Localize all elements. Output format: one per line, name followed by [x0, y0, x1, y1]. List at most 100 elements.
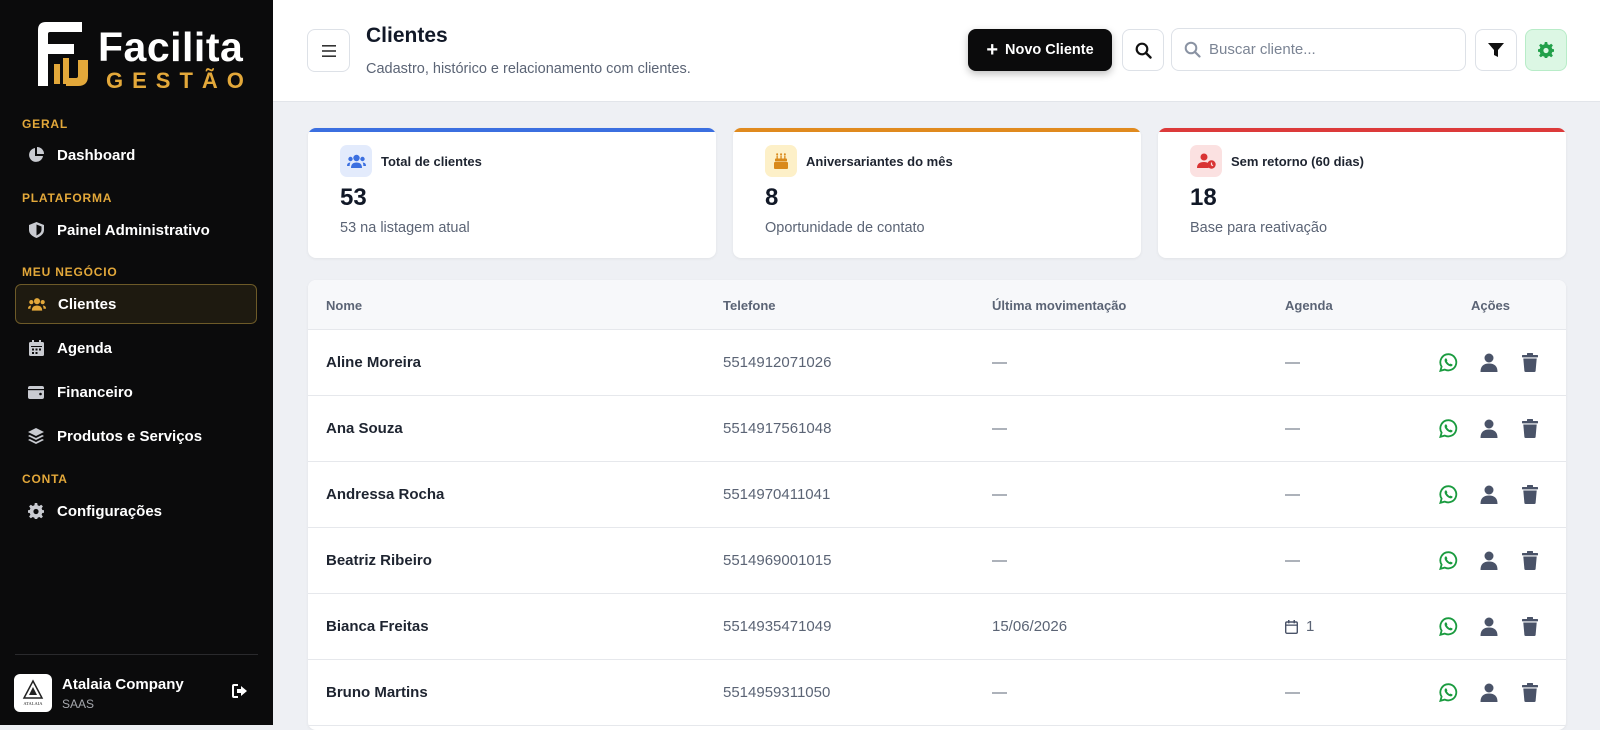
sidebar: Facilita GESTÃO GERAL Dashboard PLATAFOR…	[0, 0, 273, 725]
user-profile-icon[interactable]	[1478, 615, 1500, 637]
settings-button[interactable]	[1525, 29, 1567, 71]
client-agenda: —	[1285, 354, 1300, 371]
client-agenda: 1	[1285, 618, 1314, 635]
client-last-activity: —	[992, 354, 1007, 371]
user-profile-icon[interactable]	[1478, 549, 1500, 571]
column-header-nome[interactable]: Nome	[326, 298, 362, 313]
client-agenda-value: —	[1285, 486, 1300, 503]
sidebar-item-configuracoes[interactable]: Configurações	[15, 491, 257, 531]
stat-card-birthdays: Aniversariantes do mês 8 Oportunidade de…	[733, 128, 1141, 258]
whatsapp-icon[interactable]	[1437, 681, 1459, 703]
brand-logo[interactable]: Facilita GESTÃO	[30, 18, 245, 94]
stat-value: 18	[1190, 184, 1217, 211]
client-agenda-value: —	[1285, 354, 1300, 371]
sidebar-item-label: Financeiro	[57, 383, 133, 401]
search-button[interactable]	[1122, 29, 1164, 71]
user-profile-icon[interactable]	[1478, 417, 1500, 439]
trash-icon[interactable]	[1519, 417, 1541, 439]
client-last-activity: —	[992, 684, 1007, 701]
stat-note: Oportunidade de contato	[765, 220, 925, 236]
stat-accent-bar	[1158, 128, 1566, 132]
svg-text:ATALAIA: ATALAIA	[23, 701, 43, 706]
gear-icon	[27, 502, 45, 520]
search-field[interactable]	[1171, 28, 1466, 71]
trash-icon[interactable]	[1519, 351, 1541, 373]
whatsapp-icon[interactable]	[1437, 417, 1459, 439]
user-clock-icon	[1190, 145, 1222, 177]
sidebar-item-produtos[interactable]: Produtos e Serviços	[15, 416, 257, 456]
client-phone: 5514970411041	[723, 486, 831, 503]
user-profile-icon[interactable]	[1478, 483, 1500, 505]
company-avatar: ATALAIA	[14, 674, 52, 712]
users-icon	[28, 295, 46, 313]
client-name[interactable]: Aline Moreira	[326, 354, 421, 371]
client-agenda-value: —	[1285, 552, 1300, 569]
stat-note: Base para reativação	[1190, 220, 1328, 236]
users-icon	[340, 145, 372, 177]
whatsapp-icon[interactable]	[1437, 351, 1459, 373]
filter-button[interactable]	[1475, 29, 1517, 71]
whatsapp-icon[interactable]	[1437, 483, 1459, 505]
sidebar-item-dashboard[interactable]: Dashboard	[15, 135, 257, 175]
user-profile-icon[interactable]	[1478, 681, 1500, 703]
table-row[interactable]: Ana Souza 5514917561048 — —	[308, 396, 1566, 462]
client-name[interactable]: Andressa Rocha	[326, 486, 444, 503]
client-last-activity: —	[992, 486, 1007, 503]
sidebar-item-financeiro[interactable]: Financeiro	[15, 372, 257, 412]
sidebar-item-label: Produtos e Serviços	[57, 427, 203, 445]
hamburger-icon	[321, 44, 336, 57]
client-name[interactable]: Beatriz Ribeiro	[326, 552, 432, 569]
trash-icon[interactable]	[1519, 615, 1541, 637]
user-profile-icon[interactable]	[1478, 351, 1500, 373]
stat-label: Total de clientes	[381, 154, 482, 169]
table-row[interactable]: Beatriz Ribeiro 5514969001015 — —	[308, 528, 1566, 594]
plus-icon: +	[986, 39, 999, 61]
table-row[interactable]: Aline Moreira 5514912071026 — —	[308, 330, 1566, 396]
client-agenda: —	[1285, 552, 1300, 569]
birthday-cake-icon	[765, 145, 797, 177]
column-header-telefone[interactable]: Telefone	[723, 298, 776, 313]
stat-label: Aniversariantes do mês	[806, 154, 953, 169]
wallet-icon	[27, 383, 45, 401]
sidebar-item-admin[interactable]: Painel Administrativo	[15, 210, 257, 250]
trash-icon[interactable]	[1519, 483, 1541, 505]
client-name[interactable]: Ana Souza	[326, 420, 403, 437]
whatsapp-icon[interactable]	[1437, 549, 1459, 571]
client-name[interactable]: Bianca Freitas	[326, 618, 429, 635]
stat-accent-bar	[733, 128, 1141, 132]
calendar-icon	[1285, 619, 1302, 634]
page-subtitle: Cadastro, histórico e relacionamento com…	[366, 61, 691, 77]
table-row[interactable]: Bruno Martins 5514959311050 — —	[308, 660, 1566, 726]
client-phone: 5514912071026	[723, 354, 832, 371]
facilita-logo-icon	[38, 22, 88, 86]
trash-icon[interactable]	[1519, 681, 1541, 703]
table-row[interactable]: Bianca Freitas 5514935471049 15/06/2026 1	[308, 594, 1566, 660]
search-icon	[1184, 41, 1201, 58]
whatsapp-icon[interactable]	[1437, 615, 1459, 637]
sidebar-item-clientes[interactable]: Clientes	[15, 284, 257, 324]
client-phone: 5514969001015	[723, 552, 832, 569]
column-header-ultima-movimentacao[interactable]: Última movimentação	[992, 298, 1126, 313]
page-header: Clientes Cadastro, histórico e relaciona…	[273, 0, 1600, 102]
menu-toggle-button[interactable]	[307, 29, 350, 72]
trash-icon[interactable]	[1519, 549, 1541, 571]
gear-icon	[1538, 42, 1554, 58]
sidebar-item-agenda[interactable]: Agenda	[15, 328, 257, 368]
shield-icon	[27, 221, 45, 239]
stat-card-no-return: Sem retorno (60 dias) 18 Base para reati…	[1158, 128, 1566, 258]
page-title: Clientes	[366, 24, 448, 47]
client-name[interactable]: Bruno Martins	[326, 684, 428, 701]
table-row[interactable]: Andressa Rocha 5514970411041 — —	[308, 462, 1566, 528]
nav-section-geral: GERAL	[22, 117, 68, 131]
new-client-button[interactable]: + Novo Cliente	[968, 29, 1112, 71]
search-input[interactable]	[1209, 41, 1449, 58]
brand-name: Facilita	[98, 24, 244, 70]
brand-tagline: GESTÃO	[106, 68, 253, 93]
client-last-activity: —	[992, 552, 1007, 569]
client-agenda-value: —	[1285, 684, 1300, 701]
column-header-acoes: Ações	[1471, 298, 1511, 313]
stat-accent-bar	[308, 128, 716, 132]
account-block[interactable]: ATALAIA Atalaia Company SAAS	[14, 674, 254, 714]
column-header-agenda[interactable]: Agenda	[1285, 298, 1333, 313]
logout-icon[interactable]	[232, 684, 250, 702]
